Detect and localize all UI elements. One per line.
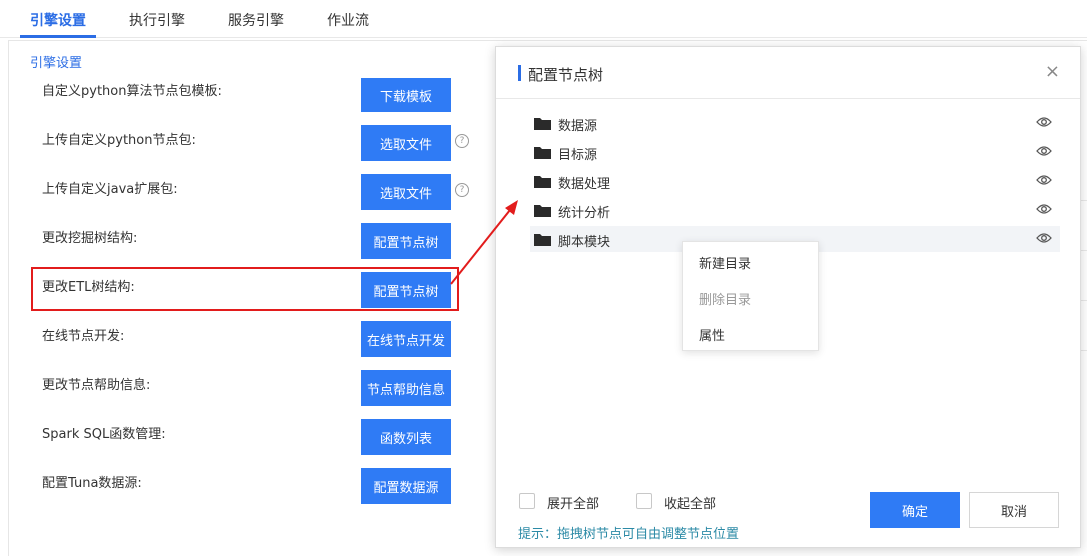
online-node-dev-button[interactable]: 在线节点开发 (361, 321, 451, 357)
function-list-button[interactable]: 函数列表 (361, 419, 451, 455)
active-tab-indicator (20, 35, 96, 38)
tab-engine-settings[interactable]: 引擎设置 (30, 10, 86, 30)
context-menu: 新建目录 删除目录 属性 (682, 241, 819, 351)
confirm-button[interactable]: 确定 (870, 492, 960, 528)
expand-all-checkbox[interactable] (519, 493, 535, 509)
row-label-tuna-source: 配置Tuna数据源: (42, 476, 142, 491)
configure-datasource-button[interactable]: 配置数据源 (361, 468, 451, 504)
download-template-button[interactable]: 下载模板 (361, 78, 451, 112)
tab-workflow[interactable]: 作业流 (327, 10, 369, 30)
top-tabs: 引擎设置 执行引擎 服务引擎 作业流 (0, 0, 1087, 38)
row-label-java-package: 上传自定义java扩展包: (42, 182, 178, 197)
folder-icon (534, 234, 551, 246)
tree-node-label: 目标源 (558, 148, 598, 163)
drag-hint-text: 提示：拖拽树节点可自由调整节点位置 (518, 527, 740, 542)
collapse-all-label[interactable]: 收起全部 (664, 493, 716, 512)
tree-node[interactable]: 统计分析 (530, 197, 1060, 223)
collapse-all-checkbox[interactable] (636, 493, 652, 509)
tab-execution-engine[interactable]: 执行引擎 (129, 10, 185, 30)
folder-icon (534, 118, 551, 130)
eye-icon[interactable] (1036, 203, 1052, 215)
tree-node[interactable]: 数据源 (530, 110, 1060, 136)
tree-node-label: 统计分析 (558, 206, 611, 221)
eye-icon[interactable] (1036, 116, 1052, 128)
tab-service-engine[interactable]: 服务引擎 (228, 10, 284, 30)
configure-mining-tree-button[interactable]: 配置节点树 (361, 223, 451, 259)
dialog-title: 配置节点树 (528, 66, 604, 84)
tree-node-label: 数据处理 (558, 177, 611, 192)
node-help-button[interactable]: 节点帮助信息 (361, 370, 451, 406)
folder-icon (534, 176, 551, 188)
choose-java-file-button[interactable]: 选取文件 (361, 174, 451, 210)
close-icon[interactable]: × (1045, 61, 1060, 82)
dialog-header: 配置节点树 × (496, 47, 1080, 99)
tree-node[interactable]: 目标源 (530, 139, 1060, 165)
tree-node-label: 脚本模块 (558, 235, 611, 250)
eye-icon[interactable] (1036, 174, 1052, 186)
menu-item-new-folder[interactable]: 新建目录 (699, 253, 751, 272)
row-label-python-template: 自定义python算法节点包模板: (42, 84, 222, 99)
choose-python-file-button[interactable]: 选取文件 (361, 125, 451, 161)
menu-item-delete-folder[interactable]: 删除目录 (699, 289, 751, 308)
menu-item-properties[interactable]: 属性 (699, 325, 725, 344)
row-label-node-help: 更改节点帮助信息: (42, 378, 151, 393)
eye-icon[interactable] (1036, 232, 1052, 244)
highlight-box (31, 267, 459, 311)
tree-node[interactable]: 数据处理 (530, 168, 1060, 194)
expand-all-label[interactable]: 展开全部 (547, 493, 599, 512)
eye-icon[interactable] (1036, 145, 1052, 157)
cancel-button[interactable]: 取消 (969, 492, 1059, 528)
section-title: 引擎设置 (30, 56, 83, 71)
row-label-online-dev: 在线节点开发: (42, 329, 125, 344)
row-label-python-package: 上传自定义python节点包: (42, 133, 196, 148)
folder-icon (534, 147, 551, 159)
tree-node-label: 数据源 (558, 119, 598, 134)
help-icon[interactable]: ? (455, 183, 469, 197)
row-label-spark-sql: Spark SQL函数管理: (42, 427, 166, 442)
row-label-mining-tree: 更改挖掘树结构: (42, 231, 138, 246)
help-icon[interactable]: ? (455, 134, 469, 148)
title-accent-bar (518, 65, 521, 81)
folder-icon (534, 205, 551, 217)
